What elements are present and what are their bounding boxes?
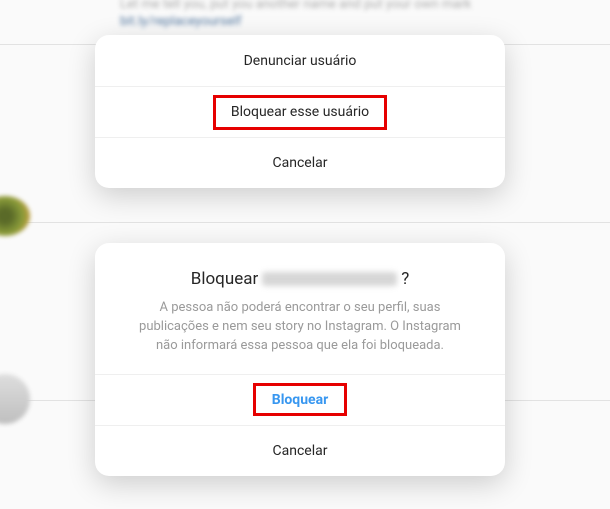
user-actions-modal: Denunciar usuário Bloquear esse usuário …	[95, 35, 505, 188]
report-user-button[interactable]: Denunciar usuário	[95, 35, 505, 86]
confirm-block-title: Bloquear ?	[131, 269, 469, 289]
confirm-block-description: A pessoa não poderá encontrar o seu perf…	[131, 299, 469, 356]
block-user-label: Bloquear esse usuário	[231, 104, 369, 120]
cancel-label: Cancelar	[273, 155, 328, 171]
confirm-block-modal: Bloquear ? A pessoa não poderá encontrar…	[95, 243, 505, 476]
confirm-block-label: Bloquear	[272, 392, 328, 408]
confirm-block-title-suffix: ?	[401, 269, 409, 289]
cancel-button[interactable]: Cancelar	[95, 137, 505, 188]
redacted-username	[262, 272, 397, 286]
block-user-button[interactable]: Bloquear esse usuário	[95, 86, 505, 137]
confirm-block-button[interactable]: Bloquear	[95, 374, 505, 425]
confirm-cancel-button[interactable]: Cancelar	[95, 425, 505, 476]
report-user-label: Denunciar usuário	[244, 53, 357, 69]
confirm-cancel-label: Cancelar	[273, 443, 328, 459]
confirm-block-body: Bloquear ? A pessoa não poderá encontrar…	[95, 243, 505, 374]
confirm-block-title-prefix: Bloquear	[191, 269, 258, 289]
